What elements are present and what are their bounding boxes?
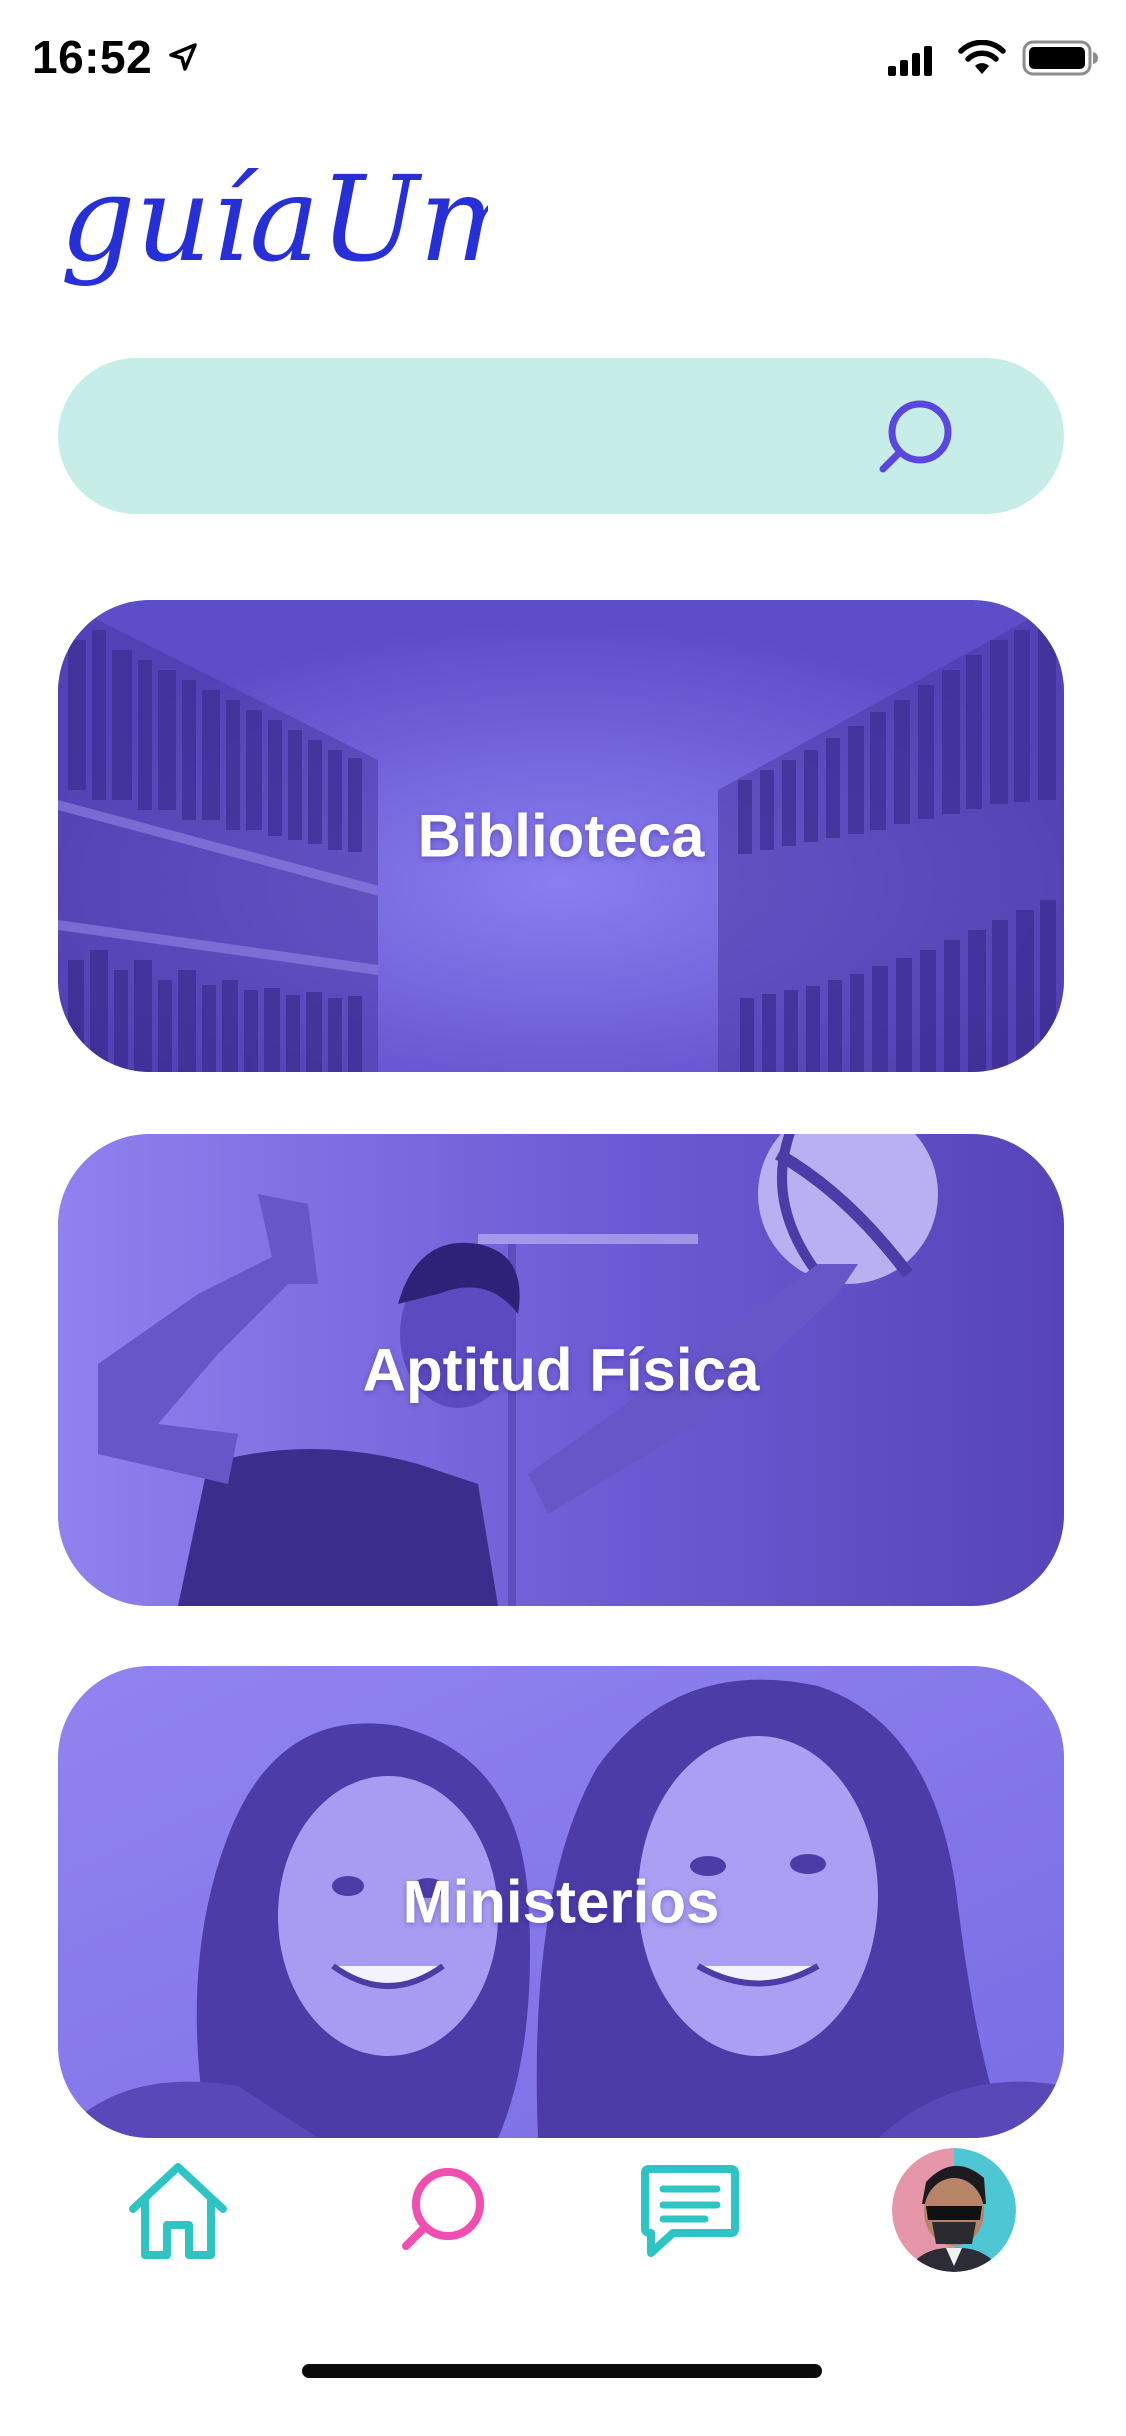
cellular-signal-icon xyxy=(888,46,932,76)
location-arrow-icon xyxy=(169,43,197,71)
search-icon[interactable] xyxy=(870,392,960,482)
nav-chat[interactable] xyxy=(620,2140,760,2280)
avatar xyxy=(892,2148,1016,2272)
bottom-navigation xyxy=(0,2140,1126,2300)
battery-icon xyxy=(1022,40,1098,76)
card-title: Biblioteca xyxy=(417,802,705,870)
wifi-icon xyxy=(958,40,1006,74)
nav-search[interactable] xyxy=(370,2140,510,2280)
svg-text:guíaUm: guíaUm xyxy=(60,168,488,288)
nav-profile[interactable] xyxy=(884,2140,1024,2280)
card-ministerios[interactable]: Ministerios xyxy=(58,1666,1064,2138)
home-icon xyxy=(129,2163,227,2259)
status-bar: 16:52 xyxy=(0,0,1126,120)
card-aptitud-fisica[interactable]: Aptitud Física xyxy=(58,1134,1064,1606)
app-screen: 16:52 guíaUm Biblioteca Aptitud Física M… xyxy=(0,0,1126,2436)
home-indicator[interactable] xyxy=(302,2364,822,2378)
search-icon xyxy=(402,2168,484,2250)
status-time: 16:52 xyxy=(32,31,153,83)
chat-icon xyxy=(641,2165,739,2257)
nav-home[interactable] xyxy=(108,2140,248,2280)
search-input[interactable] xyxy=(118,398,882,476)
card-biblioteca[interactable]: Biblioteca xyxy=(58,600,1064,1072)
card-title: Aptitud Física xyxy=(362,1336,760,1404)
card-title: Ministerios xyxy=(402,1868,720,1936)
search-bar[interactable] xyxy=(58,358,1064,514)
app-logo: guíaUm xyxy=(60,168,488,288)
